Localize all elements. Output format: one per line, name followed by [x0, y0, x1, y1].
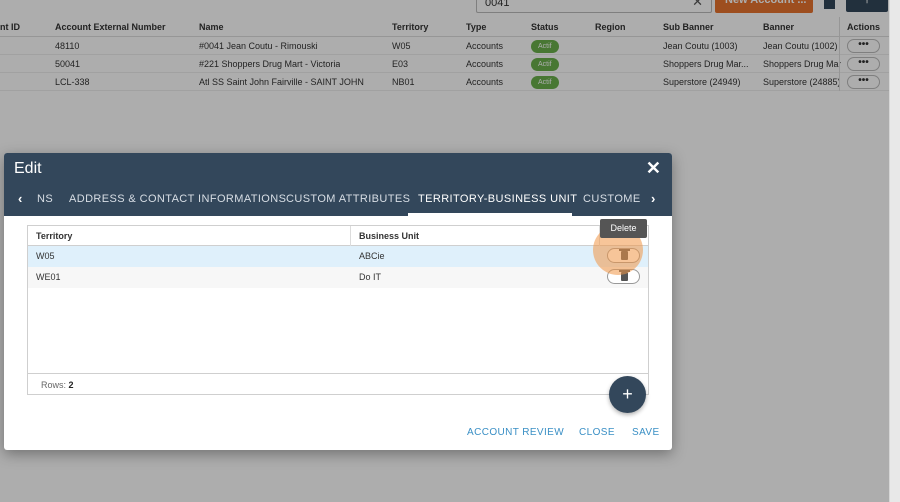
- delete-tooltip: Delete: [600, 219, 647, 238]
- col-header-business-unit[interactable]: Business Unit: [359, 231, 419, 241]
- column-divider: [350, 226, 351, 246]
- account-review-button[interactable]: ACCOUNT REVIEW: [467, 427, 564, 438]
- save-button[interactable]: SAVE: [632, 427, 660, 438]
- row-count: Rows: 2: [41, 380, 74, 390]
- chevron-right-icon[interactable]: ›: [651, 191, 655, 206]
- active-tab-indicator: [408, 213, 572, 216]
- grid-footer: Rows: 2: [28, 373, 648, 394]
- row-count-label: Rows:: [41, 380, 67, 390]
- tab-customer-partial[interactable]: CUSTOMEF: [583, 193, 641, 205]
- tab-bar: ‹ NS ADDRESS & CONTACT INFORMATIONS CUST…: [4, 183, 672, 216]
- dialog-header: Edit ✕ ‹ NS ADDRESS & CONTACT INFORMATIO…: [4, 153, 672, 216]
- close-icon[interactable]: ✕: [646, 158, 661, 179]
- cell-territory: WE01: [36, 272, 61, 282]
- edit-dialog: Edit ✕ ‹ NS ADDRESS & CONTACT INFORMATIO…: [4, 153, 672, 450]
- territory-business-unit-grid: Territory Business Unit W05 ABCie WE01 D…: [27, 225, 649, 395]
- tab-previous-partial[interactable]: NS: [37, 193, 53, 205]
- col-header-territory[interactable]: Territory: [36, 231, 72, 241]
- close-button[interactable]: CLOSE: [579, 427, 615, 438]
- table-row[interactable]: WE01 Do IT: [28, 267, 648, 288]
- row-count-value: 2: [68, 380, 74, 390]
- tab-custom-attributes[interactable]: CUSTOM ATTRIBUTES: [286, 193, 410, 205]
- cell-territory: W05: [36, 251, 55, 261]
- chevron-left-icon[interactable]: ‹: [18, 191, 22, 206]
- add-row-button[interactable]: +: [609, 376, 646, 413]
- grid-header: Territory Business Unit: [28, 226, 648, 246]
- tab-address-contact[interactable]: ADDRESS & CONTACT INFORMATIONS: [69, 193, 286, 205]
- vertical-scrollbar[interactable]: [889, 0, 900, 502]
- tab-territory-business-unit[interactable]: TERRITORY-BUSINESS UNIT: [418, 193, 577, 205]
- cell-business-unit: ABCie: [359, 251, 385, 261]
- table-row[interactable]: W05 ABCie: [28, 246, 648, 267]
- dialog-title: Edit: [14, 160, 42, 177]
- cell-business-unit: Do IT: [359, 272, 382, 282]
